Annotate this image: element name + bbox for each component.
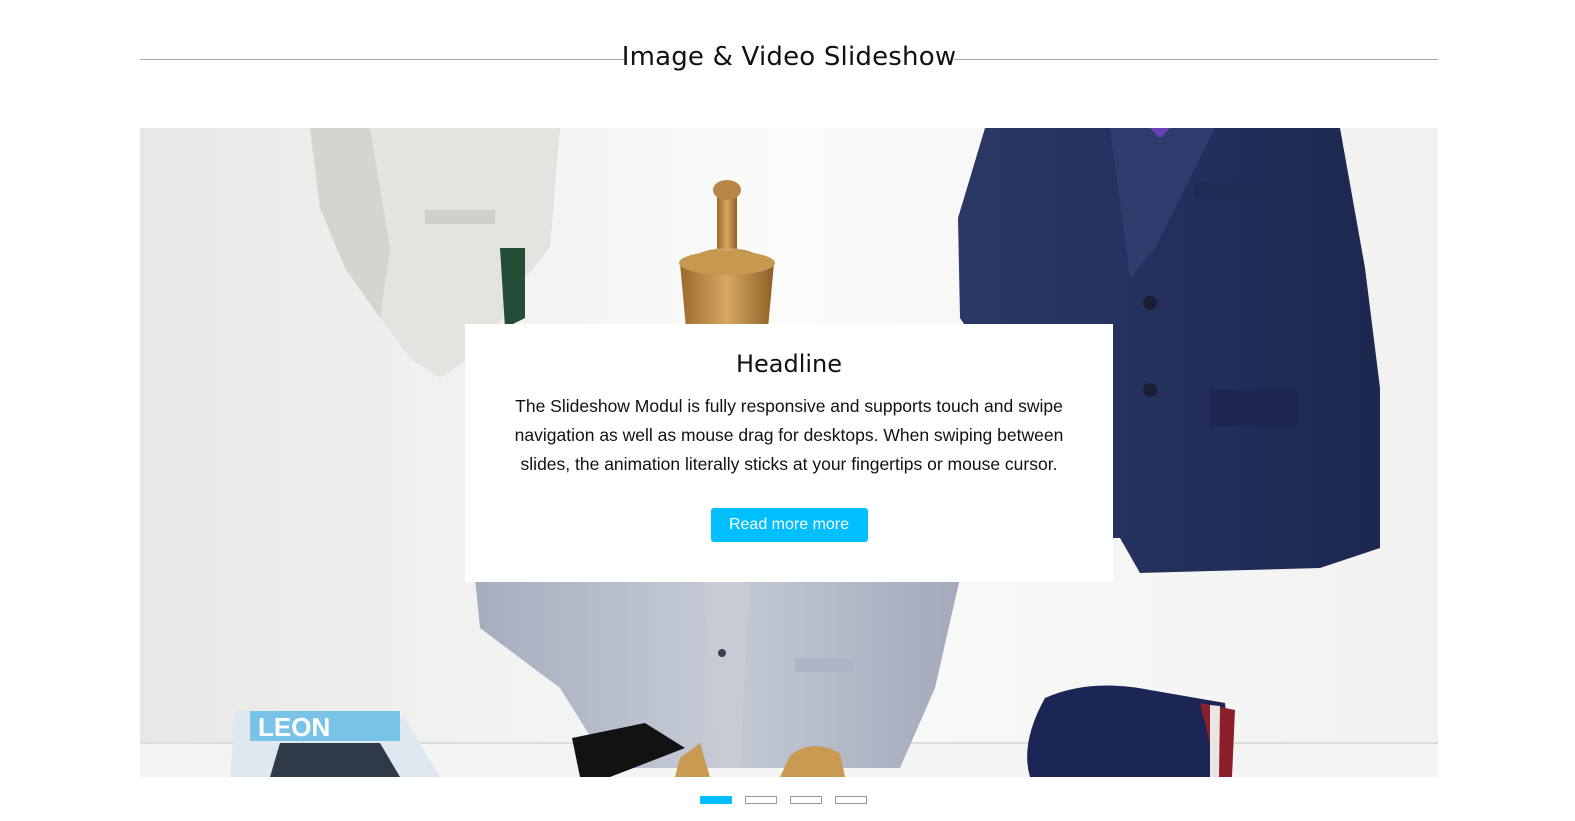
read-more-button[interactable]: Read more more [710,508,868,542]
section-title: Image & Video Slideshow [621,42,957,72]
slide-indicator-1[interactable] [700,796,732,804]
page: Image & Video Slideshow LEON Headline Th… [0,0,1575,821]
slide-headline: Headline [735,350,843,378]
slide-indicator-2[interactable] [745,796,777,804]
slide-indicator-3[interactable] [790,796,822,804]
slide-indicator-4[interactable] [835,796,867,804]
slide-description: The Slideshow Modul is fully responsive … [514,396,1064,474]
slideshow[interactable]: LEON Headline The Slideshow Modul is ful… [140,128,1438,777]
section-header: Image & Video Slideshow [140,38,1438,82]
header-divider-right [954,59,1438,60]
slide-caption: Headline The Slideshow Modul is fully re… [465,324,1113,582]
magazine-logo: LEON [258,712,330,742]
slideshow-pagination [700,796,867,806]
